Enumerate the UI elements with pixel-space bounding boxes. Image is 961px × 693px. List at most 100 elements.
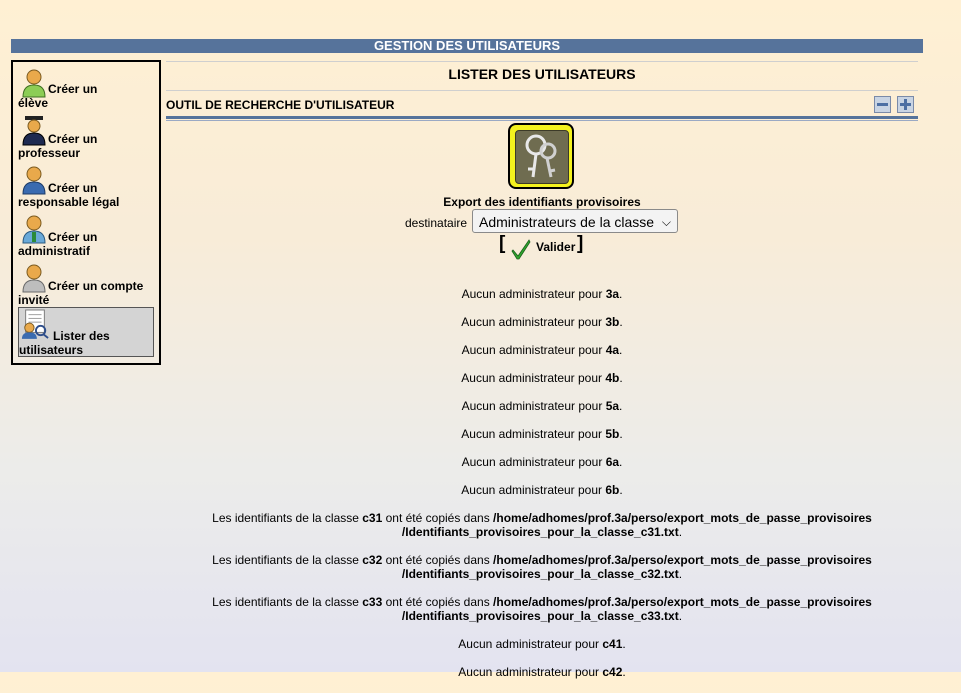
message-item: Aucun administrateur pour 6a.	[166, 455, 918, 469]
sidebar-item-list-users[interactable]: Lister des utilisateurs	[18, 307, 154, 357]
message-pre: Aucun administrateur pour	[461, 371, 606, 385]
keys-icon	[525, 134, 557, 178]
page-title: LISTER DES UTILISATEURS	[448, 66, 636, 82]
divider	[166, 120, 918, 121]
message-path2: /Identifiants_provisoires_pour_la_classe…	[401, 525, 679, 539]
plus-icon	[900, 99, 911, 110]
teacher-icon	[22, 116, 46, 146]
message-path1: /home/adhomes/prof.3a/perso/export_mots_…	[493, 595, 872, 609]
message-cls: 3b	[605, 315, 620, 329]
message-item: Les identifiants de la classe c31 ont ét…	[166, 511, 918, 539]
sidebar-item-create-student[interactable]: Créer un élève	[18, 68, 154, 110]
message-item: Aucun administrateur pour 6b.	[166, 483, 918, 497]
message-item: Aucun administrateur pour c42.	[166, 665, 918, 679]
message-mid: ont été copiés dans	[382, 595, 494, 609]
message-path2: /Identifiants_provisoires_pour_la_classe…	[401, 609, 679, 623]
divider	[166, 90, 918, 91]
sidebar-item-label: responsable légal	[18, 195, 120, 209]
message-item: Aucun administrateur pour 3b.	[166, 315, 918, 329]
destination-select[interactable]: Administrateurs de la classe ⌵	[472, 209, 678, 233]
message-cls: 6b	[605, 483, 620, 497]
message-item: Aucun administrateur pour 5b.	[166, 427, 918, 441]
message-post: .	[619, 315, 623, 329]
export-keys-button[interactable]	[508, 123, 574, 189]
message-cls: c41	[602, 637, 623, 651]
message-pre: Aucun administrateur pour	[461, 399, 606, 413]
sidebar-item-label: élève	[18, 96, 49, 110]
message-cls: c42	[602, 665, 623, 679]
sidebar-item-label: utilisateurs	[19, 343, 84, 357]
message-pre: Les identifiants de la classe	[212, 595, 363, 609]
checkmark-icon[interactable]	[511, 238, 531, 260]
message-mid: ont été copiés dans	[382, 511, 494, 525]
message-post: .	[622, 637, 626, 651]
message-pre: Aucun administrateur pour	[461, 315, 606, 329]
bracket-left: [	[499, 233, 506, 254]
message-mid: ont été copiés dans	[382, 553, 494, 567]
message-cls: c32	[362, 553, 383, 567]
sidebar-menu: Créer un élève Créer un professeur Créer…	[11, 60, 161, 365]
message-item: Les identifiants de la classe c33 ont ét…	[166, 595, 918, 623]
chevron-down-icon: ⌵	[661, 215, 671, 229]
message-path2: /Identifiants_provisoires_pour_la_classe…	[401, 567, 679, 581]
export-title: Export des identifiants provisoires	[443, 195, 641, 209]
bracket-right: ]	[577, 233, 584, 254]
message-pre: Les identifiants de la classe	[212, 511, 363, 525]
message-pre: Les identifiants de la classe	[212, 553, 363, 567]
message-pre: Aucun administrateur pour	[461, 343, 606, 357]
message-cls: 4a	[605, 343, 620, 357]
message-item: Aucun administrateur pour 4b.	[166, 371, 918, 385]
message-item: Aucun administrateur pour 5a.	[166, 399, 918, 413]
guest-icon	[22, 264, 46, 293]
message-post: .	[622, 665, 626, 679]
collapse-button[interactable]	[874, 96, 891, 113]
message-pre: Aucun administrateur pour	[461, 483, 606, 497]
message-path1: /home/adhomes/prof.3a/perso/export_mots_…	[493, 511, 872, 525]
destination-select-value: Administrateurs de la classe	[479, 214, 655, 230]
message-post: .	[678, 609, 683, 623]
message-post: .	[619, 343, 623, 357]
message-post: .	[619, 371, 623, 385]
student-icon	[22, 69, 46, 98]
message-pre: Aucun administrateur pour	[461, 287, 606, 301]
sidebar-item-label: professeur	[18, 146, 81, 160]
message-item: Aucun administrateur pour c41.	[166, 637, 918, 651]
message-item: Aucun administrateur pour 4a.	[166, 343, 918, 357]
validate-button[interactable]: Valider	[536, 240, 575, 254]
message-item: Aucun administrateur pour 3a.	[166, 287, 918, 301]
search-tool-title: OUTIL DE RECHERCHE D'UTILISATEUR	[166, 98, 395, 112]
expand-button[interactable]	[897, 96, 914, 113]
message-pre: Aucun administrateur pour	[461, 455, 606, 469]
message-post: .	[619, 399, 623, 413]
message-post: .	[619, 483, 623, 497]
message-cls: c33	[362, 595, 383, 609]
messages-list: Aucun administrateur pour 3a. Aucun admin…	[166, 287, 918, 693]
sidebar-item-create-guest[interactable]: Créer un compte invité	[18, 263, 154, 307]
message-cls: 5a	[605, 399, 620, 413]
message-pre: Aucun administrateur pour	[458, 637, 603, 651]
minus-icon	[877, 103, 888, 106]
message-pre: Aucun administrateur pour	[461, 427, 606, 441]
list-users-icon	[21, 309, 49, 339]
sidebar-item-create-teacher[interactable]: Créer un professeur	[18, 116, 154, 160]
message-cls: 6a	[605, 455, 620, 469]
message-post: .	[619, 287, 623, 301]
admin-icon	[22, 215, 46, 244]
message-post: .	[678, 567, 683, 581]
destination-label: destinataire	[405, 216, 468, 230]
divider	[166, 116, 918, 119]
message-cls: 5b	[605, 427, 620, 441]
message-path1: /home/adhomes/prof.3a/perso/export_mots_…	[493, 553, 872, 567]
sidebar-item-label: invité	[18, 293, 50, 307]
sidebar-item-create-parent[interactable]: Créer un responsable légal	[18, 165, 154, 209]
message-cls: 4b	[605, 371, 620, 385]
message-item: Les identifiants de la classe c32 ont ét…	[166, 553, 918, 581]
message-pre: Aucun administrateur pour	[458, 665, 603, 679]
sidebar-item-create-admin[interactable]: Créer un administratif	[18, 214, 154, 258]
parent-icon	[22, 166, 46, 195]
message-post: .	[619, 427, 623, 441]
sidebar-item-label: administratif	[18, 244, 91, 258]
message-cls: 3a	[605, 287, 620, 301]
message-cls: c31	[362, 511, 383, 525]
message-post: .	[678, 525, 683, 539]
